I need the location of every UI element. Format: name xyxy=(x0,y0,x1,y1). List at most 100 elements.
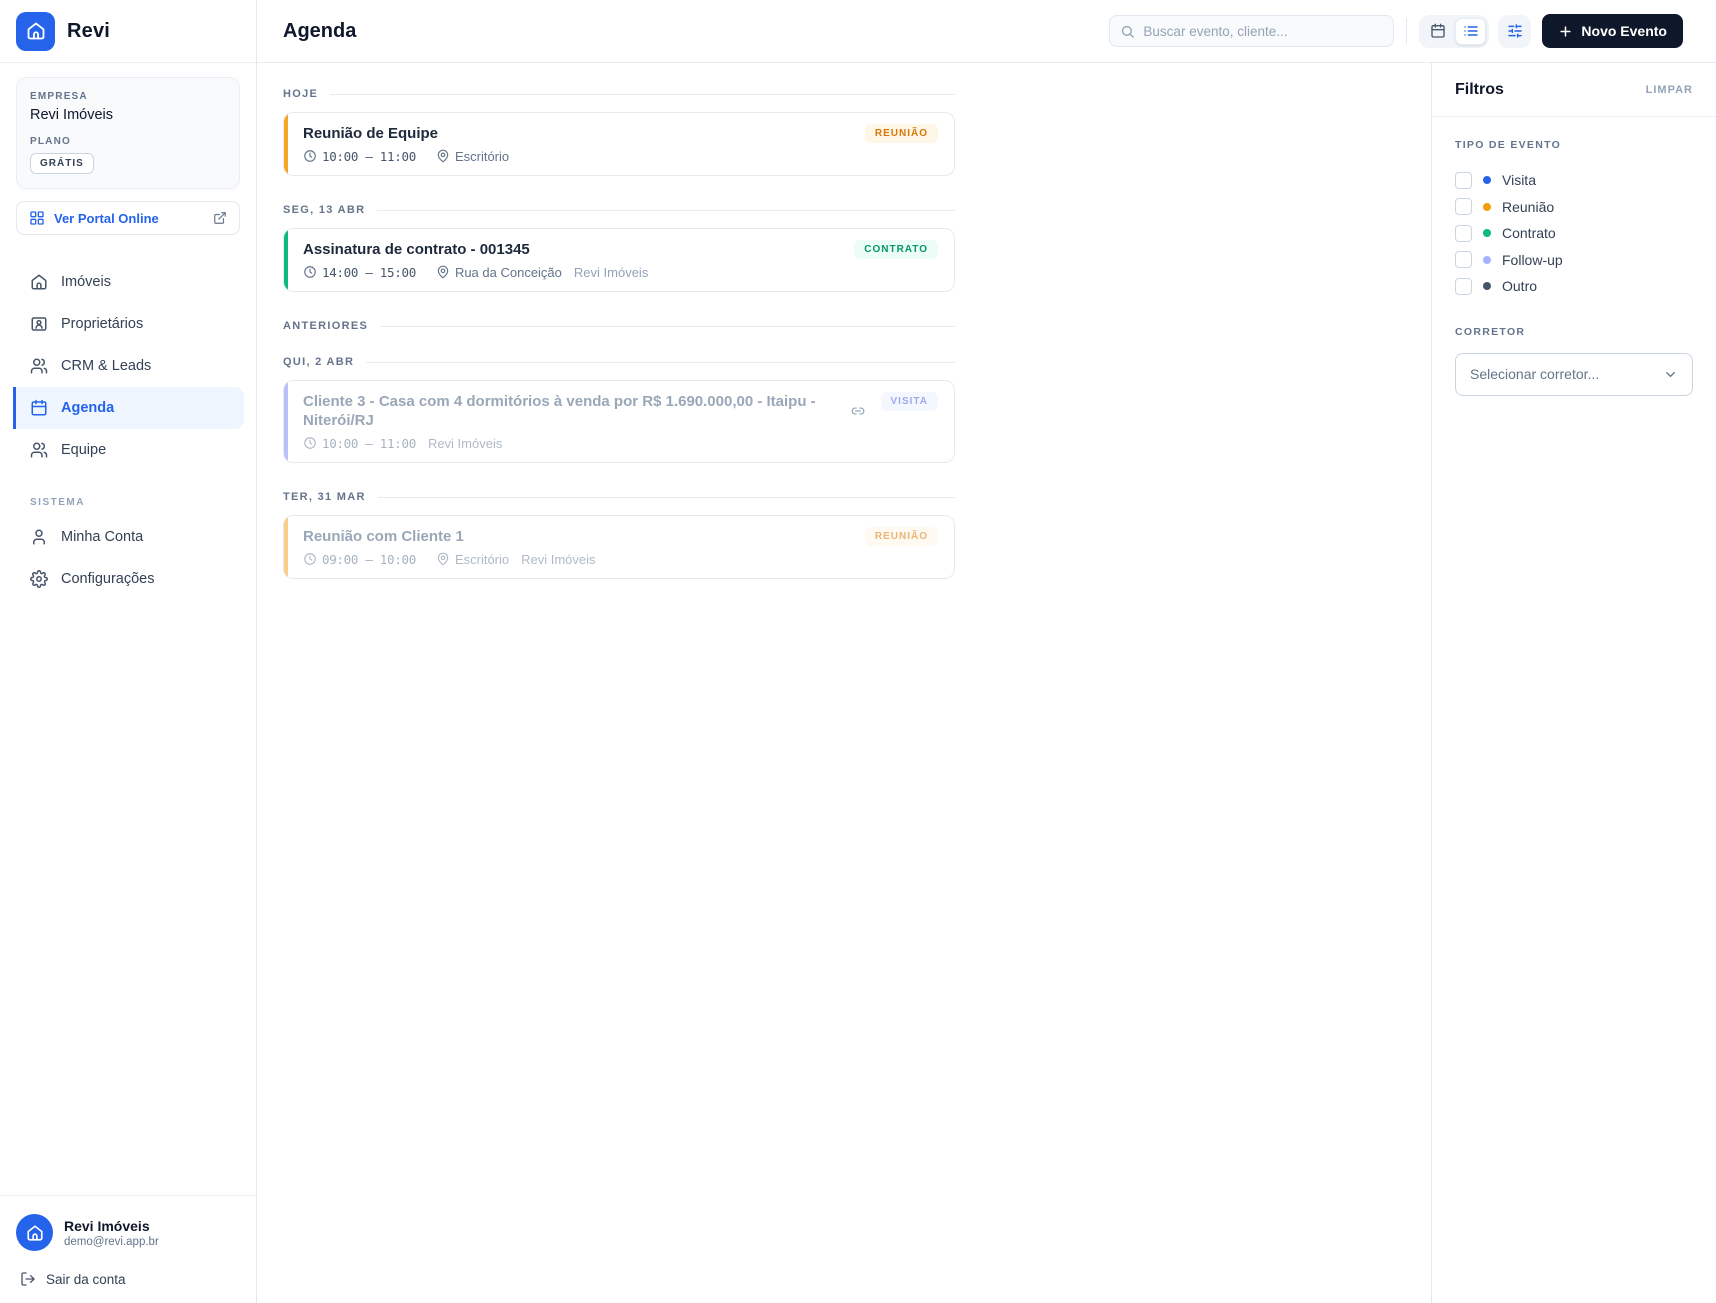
type-dot-outro xyxy=(1483,282,1491,291)
event-type-badge: VISITA xyxy=(880,392,938,411)
corretor-select-placeholder: Selecionar corretor... xyxy=(1470,366,1600,382)
checkbox-visita[interactable] xyxy=(1455,171,1472,189)
plan-badge: GRÁTIS xyxy=(30,153,94,174)
new-event-button[interactable]: Novo Evento xyxy=(1542,14,1683,48)
event-location: Rua da Conceição xyxy=(454,264,562,280)
type-label: Follow-up xyxy=(1502,251,1563,268)
event-card-reuniao-cliente-1[interactable]: Reunião com Cliente 1 09:00 – 10:00 Escr… xyxy=(283,515,955,579)
link-icon[interactable] xyxy=(851,404,865,418)
filters-title: Filtros xyxy=(1455,80,1504,98)
sidebar-item-label: CRM & Leads xyxy=(61,358,152,374)
calendar-view-button[interactable] xyxy=(1422,18,1453,45)
section-label: QUI, 2 ABR xyxy=(283,356,355,368)
event-meta: 09:00 – 10:00 Escritório Revi Imóveis xyxy=(303,551,849,567)
sidebar-item-crm-leads[interactable]: CRM & Leads xyxy=(13,345,244,387)
sidebar-item-equipe[interactable]: Equipe xyxy=(13,429,244,471)
company-label: EMPRESA xyxy=(30,91,88,102)
checkbox-reuniao[interactable] xyxy=(1455,198,1472,216)
filter-option-outro[interactable]: Outro xyxy=(1455,273,1693,300)
sidebar-item-configuracoes[interactable]: Configurações xyxy=(13,558,244,600)
event-time: 10:00 – 11:00 xyxy=(322,148,416,164)
search-box xyxy=(1109,15,1395,47)
type-dot-visita xyxy=(1483,176,1491,185)
sidebar-item-imoveis[interactable]: Imóveis xyxy=(13,261,244,303)
event-card-assinatura-contrato[interactable]: Assinatura de contrato - 001345 14:00 – … xyxy=(283,228,955,292)
event-meta: 10:00 – 11:00 Escritório xyxy=(303,148,849,164)
section-rule xyxy=(377,496,955,498)
sidebar-item-label: Agenda xyxy=(61,400,115,416)
event-card-cliente-3-visita[interactable]: Cliente 3 - Casa com 4 dormitórios à ven… xyxy=(283,380,955,463)
event-time: 09:00 – 10:00 xyxy=(322,551,416,567)
sidebar-item-label: Proprietários xyxy=(61,316,144,332)
clock-icon xyxy=(303,149,317,163)
section-header-ter-31-mar: TER, 31 MAR xyxy=(283,491,955,503)
type-dot-reuniao xyxy=(1483,202,1491,211)
portal-online-button[interactable]: Ver Portal Online xyxy=(16,201,240,235)
corretor-section-label: CORRETOR xyxy=(1455,325,1526,338)
app-logo[interactable] xyxy=(16,11,55,51)
search-input[interactable] xyxy=(1143,23,1384,39)
section-label: TER, 31 MAR xyxy=(283,491,366,503)
section-rule xyxy=(380,325,955,327)
event-accent-bar xyxy=(284,516,288,578)
event-meta: 10:00 – 11:00 Revi Imóveis xyxy=(303,435,865,451)
type-dot-follow-up xyxy=(1483,255,1491,264)
sidebar-nav: Imóveis Proprietários CRM & Leads Agenda… xyxy=(0,261,256,600)
event-time: 14:00 – 15:00 xyxy=(322,264,416,280)
sidebar-item-label: Minha Conta xyxy=(61,529,144,545)
event-title: Reunião de Equipe xyxy=(303,125,439,142)
section-rule xyxy=(330,93,955,95)
corretor-select[interactable]: Selecionar corretor... xyxy=(1455,352,1693,396)
filters-toggle-button[interactable] xyxy=(1498,14,1532,48)
view-toggle-group xyxy=(1419,14,1490,48)
home-icon xyxy=(26,21,46,41)
filter-option-reuniao[interactable]: Reunião xyxy=(1455,194,1693,221)
home-icon xyxy=(26,1224,44,1242)
clock-icon xyxy=(303,436,317,450)
list-view-button[interactable] xyxy=(1455,17,1487,45)
sidebar-item-minha-conta[interactable]: Minha Conta xyxy=(13,516,244,558)
event-type-list: Visita Reunião Contrato Follow-up Outro xyxy=(1455,167,1693,300)
event-card-reuniao-de-equipe[interactable]: Reunião de Equipe 10:00 – 11:00 Escritór… xyxy=(283,112,955,176)
section-header-qui-2-abr: QUI, 2 ABR xyxy=(283,356,955,368)
section-label: HOJE xyxy=(283,88,319,100)
checkbox-follow-up[interactable] xyxy=(1455,251,1472,269)
logout-button[interactable]: Sair da conta xyxy=(16,1271,240,1287)
map-pin-icon xyxy=(436,265,450,279)
header-controls: Novo Evento xyxy=(1109,14,1683,48)
home-icon xyxy=(30,273,48,291)
users-icon xyxy=(30,441,48,459)
external-link-icon xyxy=(213,211,227,225)
sidebar-header: Revi xyxy=(0,0,256,63)
filter-option-visita[interactable]: Visita xyxy=(1455,167,1693,194)
clear-filters-button[interactable]: LIMPAR xyxy=(1646,84,1693,96)
event-type-section-label: TIPO DE EVENTO xyxy=(1455,139,1562,151)
sidebar-item-proprietarios[interactable]: Proprietários xyxy=(13,303,244,345)
calendar-icon xyxy=(1430,23,1446,39)
event-type-badge: CONTRATO xyxy=(854,240,938,259)
sidebar-item-agenda[interactable]: Agenda xyxy=(13,387,244,429)
filter-option-follow-up[interactable]: Follow-up xyxy=(1455,247,1693,274)
users-icon xyxy=(30,357,48,375)
type-label: Contrato xyxy=(1502,225,1556,242)
event-accent-bar xyxy=(284,229,288,291)
section-rule xyxy=(377,209,955,211)
company-name: Revi Imóveis xyxy=(30,107,113,123)
sidebar: Revi EMPRESA Revi Imóveis PLANO GRÁTIS V… xyxy=(0,0,257,1303)
event-title: Assinatura de contrato - 001345 xyxy=(303,241,530,258)
footer-user-email: demo@revi.app.br xyxy=(64,1235,159,1248)
filter-option-contrato[interactable]: Contrato xyxy=(1455,220,1693,247)
checkbox-contrato[interactable] xyxy=(1455,224,1472,242)
filter-panel: Filtros LIMPAR TIPO DE EVENTO Visita Reu… xyxy=(1431,63,1716,1303)
sliders-icon xyxy=(1507,23,1523,39)
event-company: Revi Imóveis xyxy=(573,264,649,280)
portal-online-label: Ver Portal Online xyxy=(54,210,159,226)
section-header-seg-13-abr: SEG, 13 ABR xyxy=(283,204,955,216)
section-rule xyxy=(366,361,955,363)
sidebar-item-label: Configurações xyxy=(61,571,155,587)
plan-label: PLANO xyxy=(30,136,71,147)
search-icon xyxy=(1120,24,1135,39)
type-label: Reunião xyxy=(1502,198,1555,215)
section-header-anteriores: ANTERIORES xyxy=(283,320,955,332)
checkbox-outro[interactable] xyxy=(1455,277,1472,295)
